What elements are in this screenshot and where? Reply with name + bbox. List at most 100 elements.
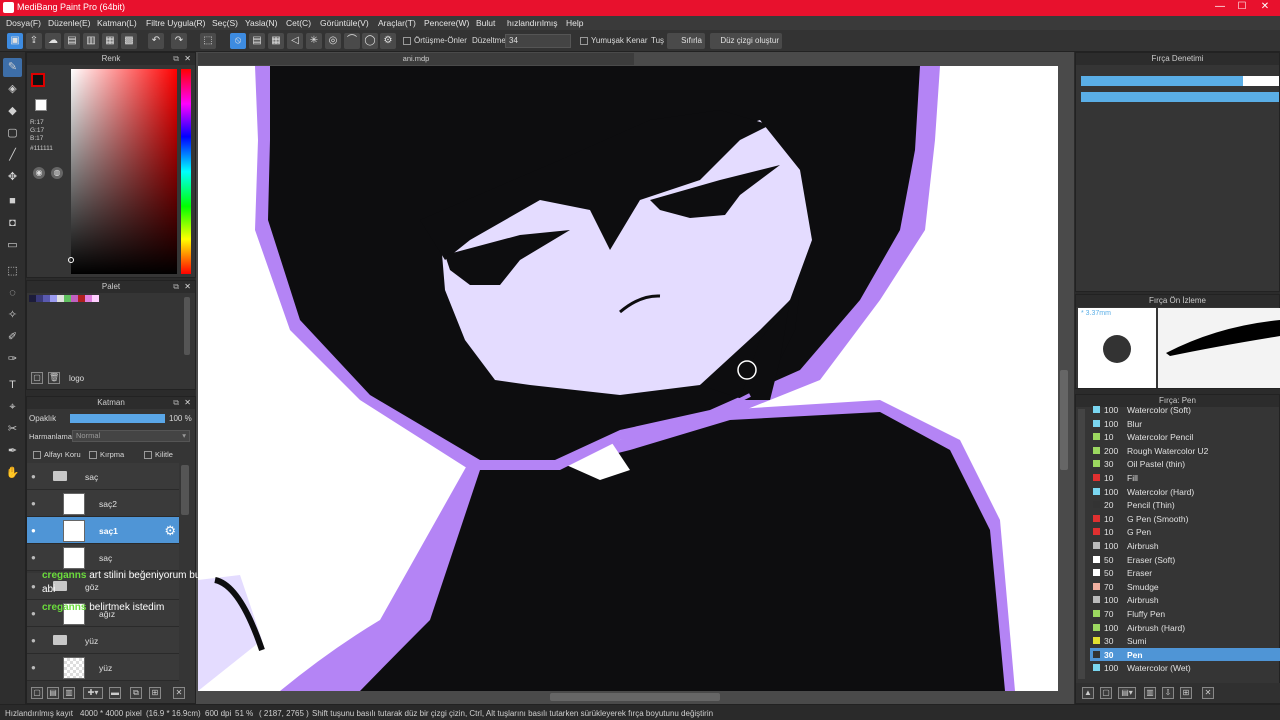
primary-color-swatch[interactable] bbox=[31, 73, 45, 87]
palette-scrollbar[interactable] bbox=[184, 297, 190, 355]
brush-row[interactable]: 30 Oil Pastel (thin) bbox=[1090, 457, 1280, 471]
color-set-icon[interactable]: ◍ bbox=[51, 167, 63, 179]
new-layer-icon[interactable]: ▢ bbox=[31, 687, 43, 699]
eraser-tool-icon[interactable]: ◈ bbox=[3, 80, 22, 99]
close-icon[interactable]: ✕ bbox=[184, 53, 191, 65]
brush-row[interactable]: 10 Watercolor Pencil bbox=[1090, 430, 1280, 444]
palette-add-icon[interactable]: ▢ bbox=[31, 372, 43, 384]
close-icon[interactable]: ✕ bbox=[184, 397, 191, 409]
hand-tool-icon[interactable]: ✋ bbox=[3, 464, 22, 483]
menu-ruler[interactable]: Cet(C) bbox=[286, 18, 311, 28]
brush-row[interactable]: 10 G Pen (Smooth) bbox=[1090, 512, 1280, 526]
bucket-tool-icon[interactable]: ◘ bbox=[3, 214, 22, 233]
pen-tool-icon[interactable]: ✎ bbox=[3, 58, 22, 77]
brush-import-icon[interactable]: ⇩ bbox=[1162, 687, 1174, 699]
menu-view[interactable]: Görüntüle(V) bbox=[320, 18, 369, 28]
text-tool-icon[interactable]: T bbox=[3, 376, 22, 395]
brush-row[interactable]: 100 Watercolor (Soft) bbox=[1090, 403, 1280, 417]
hue-slider[interactable] bbox=[181, 69, 191, 274]
palette-swatch[interactable] bbox=[43, 295, 50, 302]
merge-down-icon[interactable]: ⧉ bbox=[130, 687, 142, 699]
palette-swatch[interactable] bbox=[29, 295, 36, 302]
layer-row[interactable]: ● saç2 bbox=[27, 490, 179, 517]
menu-cloud[interactable]: Bulut bbox=[476, 18, 495, 28]
snap-radial-icon[interactable]: ✳ bbox=[306, 33, 322, 49]
menu-filter[interactable]: Filtre Uygula(R) bbox=[146, 18, 206, 28]
menu-file[interactable]: Dosya(F) bbox=[6, 18, 41, 28]
brush-row[interactable]: 100 Airbrush bbox=[1090, 539, 1280, 553]
eye-icon[interactable]: ● bbox=[31, 499, 39, 508]
move-tool-icon[interactable]: ✥ bbox=[3, 168, 22, 187]
layer-row[interactable]: ● yüz bbox=[27, 654, 179, 681]
menu-snap[interactable]: Yasla(N) bbox=[245, 18, 277, 28]
palette-swatch[interactable] bbox=[85, 295, 92, 302]
eye-icon[interactable]: ● bbox=[31, 636, 39, 645]
brush-row[interactable]: 70 Smudge bbox=[1090, 580, 1280, 594]
snap-grid-icon[interactable]: ▦ bbox=[268, 33, 284, 49]
menu-edit[interactable]: Düzenle(E) bbox=[48, 18, 91, 28]
brush-row[interactable]: 100 Airbrush (Hard) bbox=[1090, 621, 1280, 635]
page-icon[interactable]: ▥ bbox=[83, 33, 99, 49]
snap-curve-icon[interactable]: ⌒ bbox=[344, 33, 360, 49]
menu-window[interactable]: Pencere(W) bbox=[424, 18, 469, 28]
eye-icon[interactable]: ● bbox=[31, 609, 39, 618]
popout-icon[interactable]: ⧉ bbox=[173, 281, 179, 293]
palette-delete-icon[interactable]: 🗑 bbox=[48, 372, 60, 384]
brush-row[interactable]: 100 Blur bbox=[1090, 417, 1280, 431]
correction-dropdown[interactable]: 34 bbox=[505, 34, 571, 48]
delete-layer-icon[interactable]: ✕ bbox=[173, 687, 185, 699]
divide-tool-icon[interactable]: ✂ bbox=[3, 420, 22, 439]
lasso-icon[interactable]: ◌ bbox=[3, 284, 22, 303]
brush-row[interactable]: 100 Watercolor (Wet) bbox=[1090, 661, 1280, 675]
snap-settings-icon[interactable]: ⚙ bbox=[380, 33, 396, 49]
brush-add-menu-icon[interactable]: ▤▾ bbox=[1118, 687, 1136, 699]
layer-row[interactable]: ● yüz bbox=[27, 627, 179, 654]
gradient-tool-icon[interactable]: ▭ bbox=[3, 236, 22, 255]
document-icon[interactable]: ▤ bbox=[64, 33, 80, 49]
straight-line-button[interactable]: Düz çizgi oluştur bbox=[710, 33, 782, 49]
brush-list-scrollbar[interactable] bbox=[1078, 409, 1085, 679]
gear-icon[interactable]: ⚙ bbox=[164, 523, 176, 539]
new-folder-icon[interactable]: ▬ bbox=[109, 687, 121, 699]
select-rect-icon[interactable]: ⬚ bbox=[3, 262, 22, 281]
eyedropper-icon[interactable]: ✒ bbox=[3, 442, 22, 461]
add-layer-menu-icon[interactable]: ✚▾ bbox=[83, 687, 103, 699]
brush-row[interactable]: 50 Eraser bbox=[1090, 566, 1280, 580]
popout-icon[interactable]: ⧉ bbox=[173, 53, 179, 65]
menu-select[interactable]: Seç(S) bbox=[212, 18, 238, 28]
snap-ellipse-icon[interactable]: ◯ bbox=[362, 33, 378, 49]
close-button[interactable]: ✕ bbox=[1255, 1, 1275, 12]
brush-delete-icon[interactable]: ✕ bbox=[1202, 687, 1214, 699]
eye-icon[interactable]: ● bbox=[31, 553, 39, 562]
select-eraser-icon[interactable]: ✑ bbox=[3, 350, 22, 369]
layer-row[interactable]: ● saç bbox=[27, 463, 179, 490]
brush-move-up-icon[interactable]: ▲ bbox=[1082, 687, 1094, 699]
grid-icon[interactable]: ▩ bbox=[121, 33, 137, 49]
brush-opacity-slider[interactable] bbox=[1081, 92, 1279, 102]
eyedrop-icon[interactable]: ◉ bbox=[33, 167, 45, 179]
brush-add-icon[interactable]: ▢ bbox=[1100, 687, 1112, 699]
canvas-vertical-scrollbar[interactable] bbox=[1060, 370, 1068, 470]
brush-row[interactable]: 100 Watercolor (Hard) bbox=[1090, 485, 1280, 499]
rectangle-tool-icon[interactable]: ▢ bbox=[3, 124, 22, 143]
saturation-value-picker[interactable] bbox=[71, 69, 177, 274]
menu-layer[interactable]: Katman(L) bbox=[97, 18, 137, 28]
menu-timelapse[interactable]: hızlandırılmış bbox=[507, 18, 558, 28]
opacity-slider[interactable] bbox=[70, 414, 165, 423]
overlap-checkbox[interactable] bbox=[403, 37, 411, 45]
undo-icon[interactable]: ↶ bbox=[148, 33, 164, 49]
brush-row[interactable]: 10 G Pen bbox=[1090, 525, 1280, 539]
palette-swatch[interactable] bbox=[57, 295, 64, 302]
alpha-protect-checkbox[interactable] bbox=[33, 451, 41, 459]
snap-off-icon[interactable]: ⦸ bbox=[230, 33, 246, 49]
duplicate-layer-icon[interactable]: ▥ bbox=[63, 687, 75, 699]
select-pen-icon[interactable]: ✐ bbox=[3, 328, 22, 347]
palette-swatch[interactable] bbox=[92, 295, 99, 302]
brush-row[interactable]: 50 Eraser (Soft) bbox=[1090, 553, 1280, 567]
artwork-canvas[interactable] bbox=[198, 66, 1058, 691]
reset-button[interactable]: Sıfırla bbox=[667, 33, 705, 49]
layer-settings-icon[interactable]: ⊞ bbox=[149, 687, 161, 699]
eye-icon[interactable]: ● bbox=[31, 582, 39, 591]
blend-mode-dropdown[interactable]: Normal ▾ bbox=[72, 430, 190, 442]
brush-row[interactable]: 30 Sumi bbox=[1090, 634, 1280, 648]
